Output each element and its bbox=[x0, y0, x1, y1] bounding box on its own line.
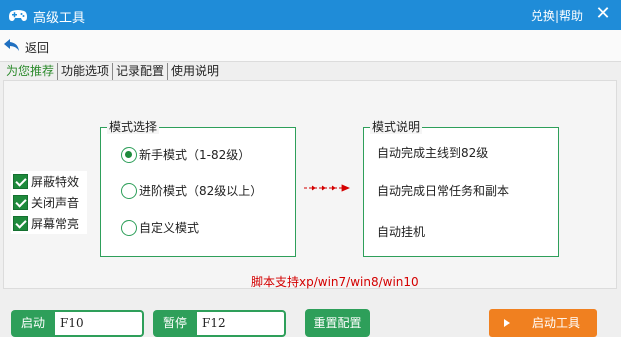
start-hotkey-input[interactable]: F10 bbox=[55, 310, 144, 337]
tab-recommended[interactable]: 为您推荐 bbox=[3, 63, 59, 81]
group-title: 模式选择 bbox=[107, 120, 160, 134]
start-hotkey-label: 启动 bbox=[11, 310, 55, 337]
start-hotkey-group: 启动 F10 bbox=[11, 310, 144, 337]
dashed-arrow-icon bbox=[304, 184, 350, 192]
checkbox-checked-icon[interactable] bbox=[13, 216, 28, 231]
close-icon[interactable]: ✕ bbox=[593, 4, 613, 24]
description-line: 自动完成主线到82级 bbox=[377, 146, 489, 160]
group-title: 模式说明 bbox=[370, 120, 423, 134]
option-label: 关闭声音 bbox=[31, 196, 80, 210]
description-line: 自动完成日常任务和副本 bbox=[377, 184, 510, 198]
back-arrow-icon[interactable] bbox=[3, 37, 21, 53]
pause-hotkey-input[interactable]: F12 bbox=[197, 310, 286, 337]
help-menu[interactable]: 帮助 bbox=[559, 9, 583, 23]
title-bar: 高级工具 兑换|帮助 ✕ bbox=[0, 0, 621, 30]
option-label: 屏蔽特效 bbox=[31, 175, 80, 189]
tab-record-config[interactable]: 记录配置 bbox=[113, 63, 169, 81]
radio-advanced-mode[interactable]: 进阶模式（82级以上） bbox=[121, 182, 262, 199]
option-mute-sound[interactable]: 关闭声音 bbox=[11, 192, 87, 213]
option-disable-effects[interactable]: 屏蔽特效 bbox=[11, 171, 87, 192]
radio-label: 新手模式（1-82级） bbox=[139, 148, 251, 162]
reset-config-button[interactable]: 重置配置 bbox=[305, 309, 370, 337]
gamepad-icon bbox=[9, 10, 27, 21]
os-support-note: 脚本支持xp/win7/win8/win10 bbox=[251, 275, 419, 289]
radio-unselected-icon[interactable] bbox=[121, 182, 137, 199]
mode-select-group: 模式选择 新手模式（1-82级） 进阶模式（82级以上） 自定义模式 bbox=[100, 120, 296, 257]
option-label: 屏幕常亮 bbox=[31, 217, 80, 231]
back-button[interactable]: 返回 bbox=[25, 39, 49, 56]
radio-custom-mode[interactable]: 自定义模式 bbox=[121, 219, 199, 236]
tab-bar: 为您推荐 功能选项 记录配置 使用说明 bbox=[3, 63, 222, 81]
mode-description-group: 模式说明 自动完成主线到82级 自动完成日常任务和副本 自动挂机 bbox=[363, 120, 559, 257]
title-menu: 兑换|帮助 bbox=[531, 7, 583, 24]
radio-selected-icon[interactable] bbox=[121, 146, 137, 163]
tab-instructions[interactable]: 使用说明 bbox=[168, 63, 222, 81]
description-line: 自动挂机 bbox=[377, 225, 426, 239]
radio-unselected-icon[interactable] bbox=[121, 219, 137, 236]
window-title: 高级工具 bbox=[33, 11, 86, 26]
launch-tool-button[interactable]: 启动工具 bbox=[489, 309, 597, 337]
radio-label: 进阶模式（82级以上） bbox=[139, 184, 263, 198]
switch-menu[interactable]: 兑换 bbox=[531, 9, 555, 23]
checkbox-checked-icon[interactable] bbox=[13, 174, 28, 189]
pause-hotkey-group: 暂停 F12 bbox=[153, 310, 286, 337]
play-icon bbox=[504, 319, 510, 327]
option-screen-always-on[interactable]: 屏幕常亮 bbox=[11, 213, 87, 234]
radio-beginner-mode[interactable]: 新手模式（1-82级） bbox=[121, 146, 250, 163]
checkbox-checked-icon[interactable] bbox=[13, 195, 28, 210]
radio-label: 自定义模式 bbox=[139, 221, 200, 235]
tab-features[interactable]: 功能选项 bbox=[58, 63, 114, 81]
launch-tool-label: 启动工具 bbox=[532, 316, 581, 330]
pause-hotkey-label: 暂停 bbox=[153, 310, 197, 337]
back-bar: 返回 bbox=[0, 30, 621, 62]
